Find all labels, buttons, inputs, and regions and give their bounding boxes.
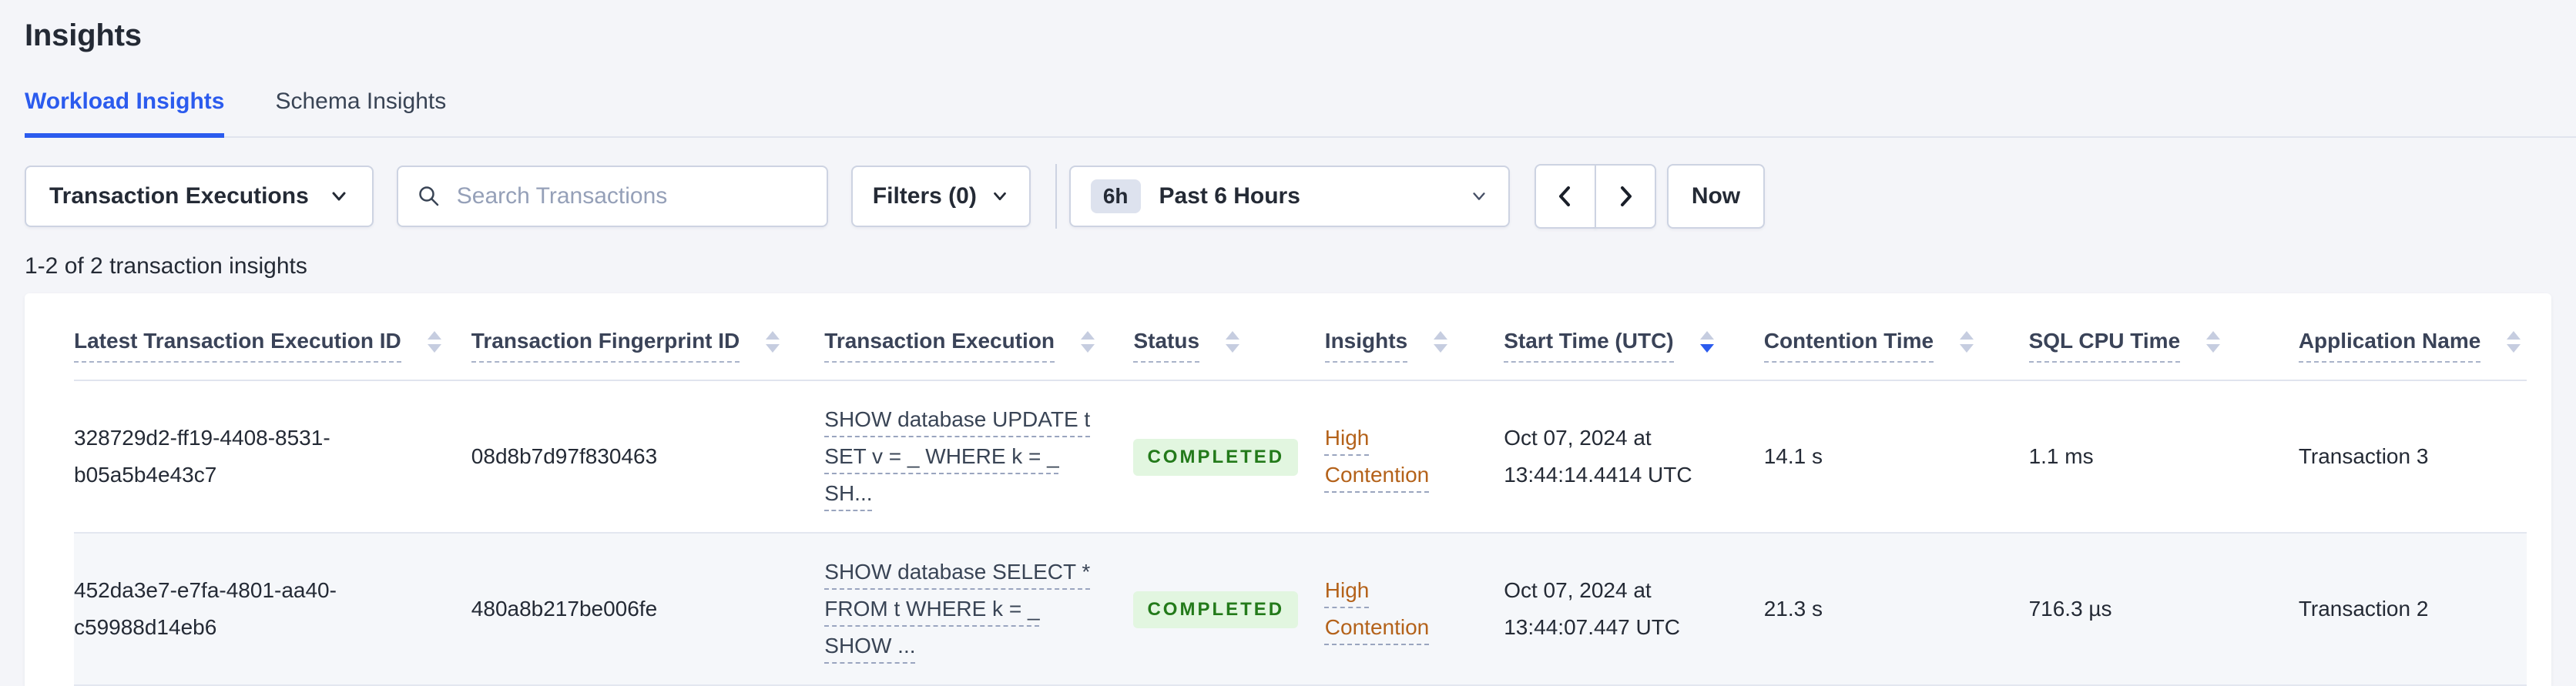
table-row: 452da3e7-e7fa-4801-aa40-c59988d14eb6 480… (74, 533, 2527, 685)
time-range-selector[interactable]: 6h Past 6 Hours (1068, 166, 1510, 227)
search-icon (417, 184, 441, 209)
chevron-right-icon (1614, 183, 1637, 209)
cell-sql-cpu-time: 1.1 ms (2028, 444, 2094, 468)
cell-application-name: Transaction 3 (2298, 444, 2429, 468)
insights-table-card: Latest Transaction Execution ID Transact… (25, 293, 2551, 686)
status-badge: COMPLETED (1133, 591, 1299, 628)
now-button[interactable]: Now (1666, 164, 1766, 229)
sort-icon (1226, 331, 1240, 353)
cell-contention-time: 21.3 s (1763, 597, 1823, 621)
chevron-left-icon (1554, 183, 1577, 209)
now-button-label: Now (1691, 183, 1741, 209)
cell-insights: High Contention (1325, 533, 1504, 685)
search-input[interactable] (454, 182, 808, 210)
cell-start-time: Oct 07, 2024 at 13:44:14.4414 UTC (1504, 426, 1692, 487)
column-header-latest-execution-id[interactable]: Latest Transaction Execution ID (74, 293, 471, 380)
column-header-start-time[interactable]: Start Time (UTC) (1504, 293, 1764, 380)
tab-workload-insights[interactable]: Workload Insights (25, 89, 225, 138)
page-title: Insights (25, 18, 142, 52)
sort-icon (2206, 331, 2221, 353)
transaction-execution-link[interactable]: SHOW database SELECT * FROM t WHERE k = … (824, 560, 1090, 658)
insights-page: Insights Workload Insights Schema Insigh… (0, 18, 2576, 686)
cell-execution-id: 452da3e7-e7fa-4801-aa40-c59988d14eb6 (74, 578, 337, 639)
filters-label: Filters (0) (872, 183, 977, 209)
filters-dropdown[interactable]: Filters (0) (850, 166, 1031, 227)
sort-icon (766, 331, 780, 353)
time-range-label: Past 6 Hours (1159, 183, 1300, 209)
cell-fingerprint-id: 08d8b7d97f830463 (471, 444, 658, 468)
table-header-row: Latest Transaction Execution ID Transact… (74, 293, 2527, 380)
sort-icon (2507, 331, 2521, 353)
cell-fingerprint-id: 480a8b217be006fe (471, 597, 658, 621)
column-header-fingerprint-id[interactable]: Transaction Fingerprint ID (471, 293, 824, 380)
time-range-arrows (1534, 164, 1656, 229)
column-header-transaction-execution[interactable]: Transaction Execution (824, 293, 1133, 380)
chevron-down-icon (329, 186, 349, 206)
column-header-sql-cpu-time[interactable]: SQL CPU Time (2028, 293, 2299, 380)
sort-icon (1434, 331, 1448, 353)
cell-status: COMPLETED (1133, 380, 1324, 533)
cell-execution-id: 328729d2-ff19-4408-8531-b05a5b4e43c7 (74, 426, 330, 487)
chevron-down-icon (991, 187, 1009, 206)
cell-transaction-execution: SHOW database SELECT * FROM t WHERE k = … (824, 533, 1133, 685)
high-contention-link[interactable]: High Contention (1325, 426, 1429, 487)
toolbar-divider (1055, 164, 1057, 229)
cell-sql-cpu-time: 716.3 µs (2028, 597, 2112, 621)
cell-status: COMPLETED (1133, 533, 1324, 685)
transaction-type-label: Transaction Executions (49, 183, 309, 209)
cell-start-time: Oct 07, 2024 at 13:44:07.447 UTC (1504, 578, 1681, 639)
cell-insights: High Contention (1325, 380, 1504, 533)
tab-schema-insights[interactable]: Schema Insights (275, 89, 446, 136)
sort-icon (1081, 331, 1095, 353)
high-contention-link[interactable]: High Contention (1325, 578, 1429, 639)
chevron-down-icon (1470, 187, 1488, 206)
status-badge: COMPLETED (1133, 439, 1299, 476)
transaction-type-dropdown[interactable]: Transaction Executions (25, 166, 374, 227)
sort-icon (427, 331, 441, 353)
search-transactions-box[interactable] (396, 166, 828, 227)
transaction-execution-link[interactable]: SHOW database UPDATE t SET v = _ WHERE k… (824, 407, 1090, 505)
table-row: 328729d2-ff19-4408-8531-b05a5b4e43c7 08d… (74, 380, 2527, 533)
transaction-insights-table: Latest Transaction Execution ID Transact… (74, 293, 2527, 686)
time-range-badge: 6h (1090, 179, 1141, 213)
sort-icon (1960, 331, 1974, 353)
sort-icon-active-desc (1699, 331, 1714, 353)
column-header-status[interactable]: Status (1133, 293, 1324, 380)
cell-application-name: Transaction 2 (2298, 597, 2429, 621)
toolbar: Transaction Executions Filters (0) 6h Pa… (25, 164, 2576, 229)
cell-transaction-execution: SHOW database UPDATE t SET v = _ WHERE k… (824, 380, 1133, 533)
column-header-application-name[interactable]: Application Name (2298, 293, 2527, 380)
time-range-next-button[interactable] (1594, 164, 1656, 229)
cell-contention-time: 14.1 s (1763, 444, 1823, 468)
time-range-prev-button[interactable] (1534, 164, 1596, 229)
column-header-insights[interactable]: Insights (1324, 293, 1504, 380)
results-summary: 1-2 of 2 transaction insights (25, 253, 307, 279)
column-header-contention-time[interactable]: Contention Time (1763, 293, 2029, 380)
tabs-bar: Workload Insights Schema Insights (25, 89, 2576, 138)
